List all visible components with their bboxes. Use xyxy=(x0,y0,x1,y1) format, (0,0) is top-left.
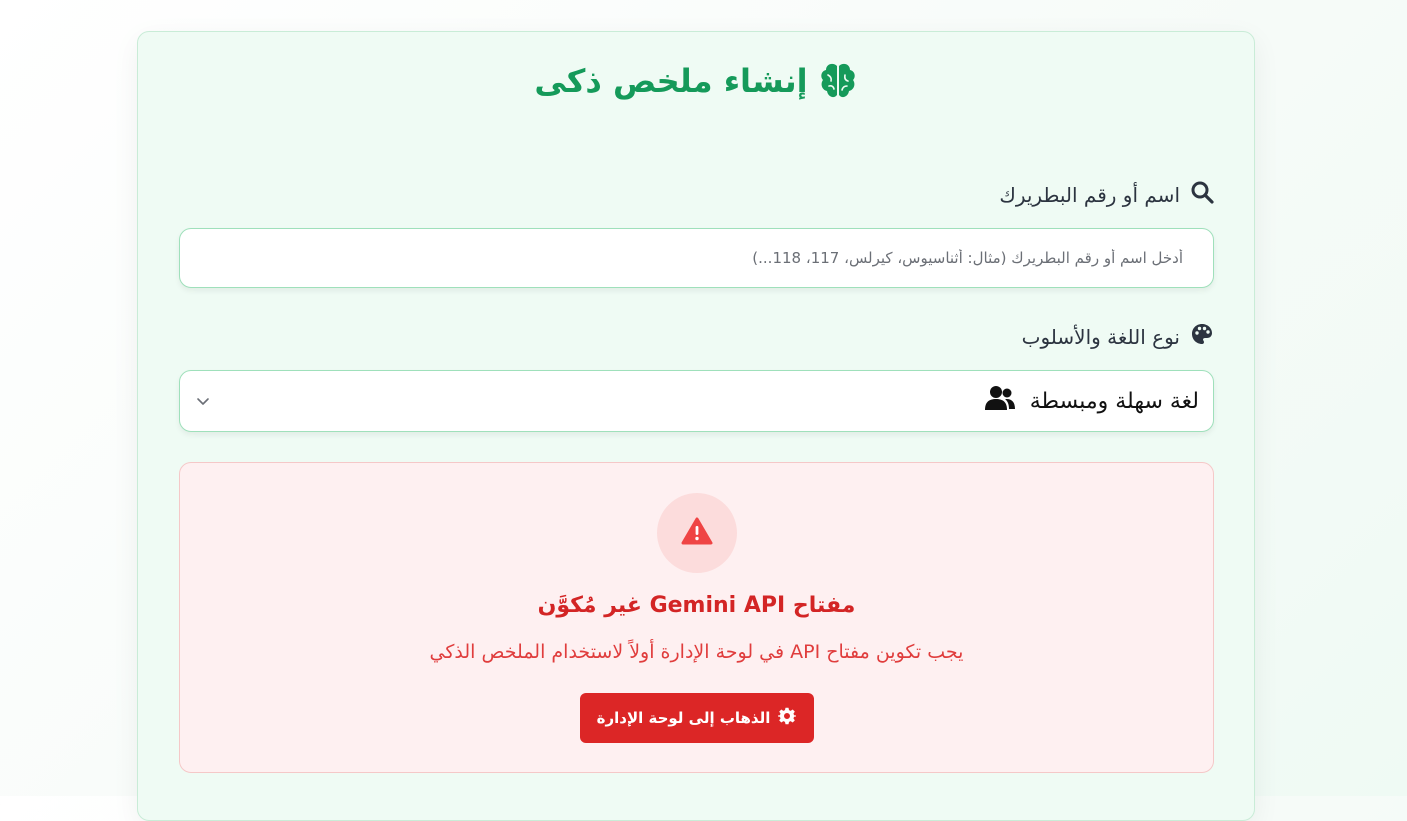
go-to-admin-button[interactable]: الذهاب إلى لوحة الإدارة xyxy=(579,693,814,743)
search-field-label-text: اسم أو رقم البطريرك xyxy=(999,182,1180,207)
selected-style-label: لغة سهلة ومبسطة xyxy=(1029,388,1199,414)
patriarch-search-input[interactable] xyxy=(180,229,1213,287)
search-icon xyxy=(1190,180,1214,209)
summary-card: إنشاء ملخص ذكى اسم أو رقم البطريرك نوع ا… xyxy=(137,31,1255,821)
go-to-admin-button-label: الذهاب إلى لوحة الإدارة xyxy=(596,709,771,727)
patriarch-search-wrapper xyxy=(179,228,1214,288)
page-header: إنشاء ملخص ذكى xyxy=(138,62,1254,100)
gear-icon xyxy=(778,707,797,729)
page-title: إنشاء ملخص ذكى xyxy=(534,62,808,100)
brain-icon xyxy=(818,62,858,100)
api-key-alert: مفتاح Gemini API غير مُكوَّن يجب تكوين م… xyxy=(179,462,1214,773)
alert-icon-badge xyxy=(656,493,737,573)
chevron-down-icon[interactable] xyxy=(196,396,210,406)
selected-style: لغة سهلة ومبسطة xyxy=(984,385,1199,417)
alert-title: مفتاح Gemini API غير مُكوَّن xyxy=(537,593,856,618)
search-field-label: اسم أو رقم البطريرك xyxy=(999,180,1214,209)
style-field-label-text: نوع اللغة والأسلوب xyxy=(1021,324,1180,349)
alert-message: يجب تكوين مفتاح API في لوحة الإدارة أولا… xyxy=(429,641,964,663)
warning-icon xyxy=(681,517,713,549)
users-icon xyxy=(984,385,1016,417)
language-style-select[interactable]: لغة سهلة ومبسطة xyxy=(179,370,1214,432)
style-field-label: نوع اللغة والأسلوب xyxy=(1022,322,1214,351)
palette-icon xyxy=(1190,322,1214,351)
